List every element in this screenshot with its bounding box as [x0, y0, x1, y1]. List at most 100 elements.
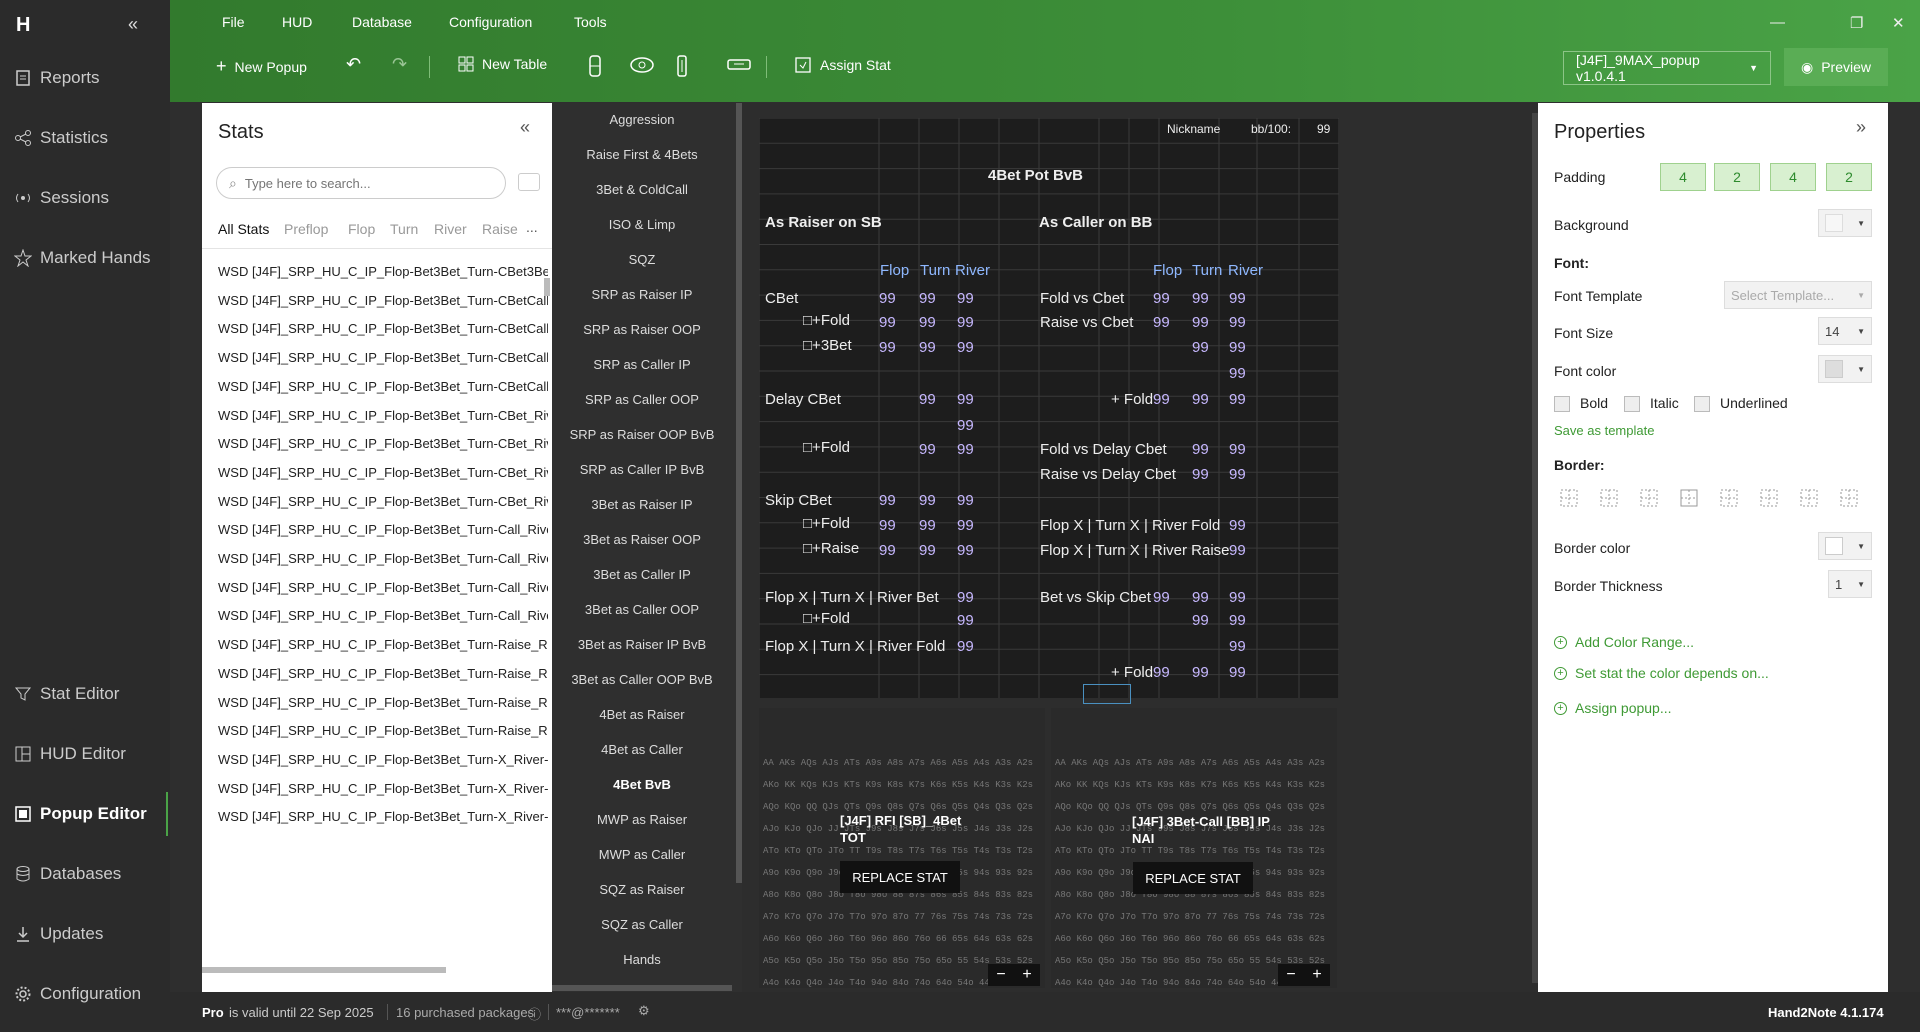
tab-river[interactable]: River: [434, 221, 467, 237]
stat-list-item[interactable]: WSD [J4F]_SRP_HU_C_IP_Flop-Bet3Bet_Turn-…: [218, 494, 548, 509]
category-item[interactable]: 4Bet as Caller: [552, 742, 732, 757]
assign-stat-button[interactable]: Assign Stat: [794, 56, 891, 74]
border-top-icon[interactable]: [1754, 483, 1784, 513]
background-color-picker[interactable]: ▼: [1818, 209, 1872, 237]
category-item[interactable]: 3Bet & ColdCall: [552, 182, 732, 197]
stat-value[interactable]: 99: [1229, 365, 1246, 382]
stat-list-item[interactable]: WSD [J4F]_SRP_HU_C_IP_Flop-Bet3Bet_Turn-…: [218, 264, 548, 279]
stat-list-item[interactable]: WSD [J4F]_SRP_HU_C_IP_Flop-Bet3Bet_Turn-…: [218, 321, 548, 336]
stat-value[interactable]: 99: [957, 441, 974, 458]
padding-bottom-field[interactable]: 2: [1826, 163, 1872, 191]
stat-value[interactable]: 99: [1229, 517, 1246, 534]
collapse-stats-icon[interactable]: «: [520, 117, 530, 138]
stat-value[interactable]: 99: [1229, 339, 1246, 356]
tab-flop[interactable]: Flop: [348, 221, 375, 237]
stat-value[interactable]: 99: [957, 391, 974, 408]
category-item[interactable]: Raise First & 4Bets: [552, 147, 732, 162]
nav-sessions[interactable]: Sessions: [14, 188, 109, 208]
border-bottom-icon[interactable]: [1834, 483, 1864, 513]
stat-value[interactable]: 99: [957, 589, 974, 606]
category-item[interactable]: SRP as Caller IP: [552, 357, 732, 372]
assign-popup-link[interactable]: + Assign popup...: [1554, 700, 1672, 716]
stat-value[interactable]: 99: [1153, 391, 1170, 408]
stat-list-item[interactable]: WSD [J4F]_SRP_HU_C_IP_Flop-Bet3Bet_Turn-…: [218, 408, 548, 423]
border-right-icon[interactable]: [1794, 483, 1824, 513]
column-icon[interactable]: [676, 54, 688, 78]
category-item[interactable]: SQZ as Raiser: [552, 882, 732, 897]
category-item[interactable]: SRP as Raiser IP: [552, 287, 732, 302]
folder-icon[interactable]: [518, 173, 540, 191]
font-color-picker[interactable]: ▼: [1818, 355, 1872, 383]
stat-value[interactable]: 99: [1192, 314, 1209, 331]
category-item[interactable]: SRP as Caller OOP: [552, 392, 732, 407]
plus-icon[interactable]: +: [1022, 966, 1031, 984]
nav-databases[interactable]: Databases: [14, 864, 121, 884]
stat-value[interactable]: 99: [1192, 391, 1209, 408]
border-left-icon[interactable]: [1714, 483, 1744, 513]
menu-tools[interactable]: Tools: [574, 14, 607, 30]
stat-value[interactable]: 99: [879, 517, 896, 534]
nav-stat-editor[interactable]: Stat Editor: [14, 684, 119, 704]
stat-list-item[interactable]: WSD [J4F]_SRP_HU_C_IP_Flop-Bet3Bet_Turn-…: [218, 293, 548, 308]
stat-value[interactable]: 99: [1153, 290, 1170, 307]
range-grid-left[interactable]: AA AKs AQs AJs ATs A9s A8s A7s A6s A5s A…: [759, 708, 1045, 988]
stat-list-item[interactable]: WSD [J4F]_SRP_HU_C_IP_Flop-Bet3Bet_Turn-…: [218, 752, 548, 767]
stats-search[interactable]: ⌕: [216, 167, 506, 199]
stat-value[interactable]: 99: [957, 542, 974, 559]
nav-hud-editor[interactable]: HUD Editor: [14, 744, 126, 764]
category-item[interactable]: Aggression: [552, 112, 732, 127]
stat-value[interactable]: 99: [919, 314, 936, 331]
stat-value[interactable]: 99: [879, 339, 896, 356]
settings-gear-icon[interactable]: ⚙: [638, 1003, 650, 1019]
tab-turn[interactable]: Turn: [390, 221, 418, 237]
category-item[interactable]: 3Bet as Caller OOP: [552, 602, 732, 617]
add-color-range-link[interactable]: + Add Color Range...: [1554, 634, 1694, 650]
minus-icon[interactable]: −: [1286, 966, 1295, 984]
category-item[interactable]: SRP as Raiser OOP BvB: [552, 427, 732, 442]
plus-icon[interactable]: +: [1312, 966, 1321, 984]
tab-raise[interactable]: Raise: [482, 221, 518, 237]
vertical-split-icon[interactable]: [587, 54, 603, 78]
horizontal-scrollbar[interactable]: [552, 985, 732, 991]
stat-value[interactable]: 99: [1192, 664, 1209, 681]
stat-value[interactable]: 99: [919, 542, 936, 559]
save-template-link[interactable]: Save as template: [1554, 423, 1654, 438]
stat-list-item[interactable]: WSD [J4F]_SRP_HU_C_IP_Flop-Bet3Bet_Turn-…: [218, 379, 548, 394]
stat-value[interactable]: 99: [1229, 589, 1246, 606]
category-item[interactable]: ISO & Limp: [552, 217, 732, 232]
info-icon[interactable]: ⓘ: [528, 1004, 541, 1023]
tab-preflop[interactable]: Preflop: [284, 221, 328, 237]
stat-list-item[interactable]: WSD [J4F]_SRP_HU_C_IP_Flop-Bet3Bet_Turn-…: [218, 781, 548, 796]
stat-value[interactable]: 99: [1229, 638, 1246, 655]
stat-list-item[interactable]: WSD [J4F]_SRP_HU_C_IP_Flop-Bet3Bet_Turn-…: [218, 350, 548, 365]
vertical-scrollbar[interactable]: [544, 278, 550, 296]
stat-list-item[interactable]: WSD [J4F]_SRP_HU_C_IP_Flop-Bet3Bet_Turn-…: [218, 436, 548, 451]
stat-value[interactable]: 99: [919, 339, 936, 356]
stat-value[interactable]: 99: [957, 290, 974, 307]
stat-value[interactable]: 99: [1192, 441, 1209, 458]
nav-marked-hands[interactable]: Marked Hands: [14, 248, 151, 268]
stat-list-item[interactable]: WSD [J4F]_SRP_HU_C_IP_Flop-Bet3Bet_Turn-…: [218, 637, 548, 652]
border-inner-icon[interactable]: [1634, 483, 1664, 513]
stat-value[interactable]: 99: [957, 612, 974, 629]
stat-list-item[interactable]: WSD [J4F]_SRP_HU_C_IP_Flop-Bet3Bet_Turn-…: [218, 608, 548, 623]
category-item[interactable]: SRP as Raiser OOP: [552, 322, 732, 337]
stat-value[interactable]: 99: [1229, 391, 1246, 408]
stat-value[interactable]: 99: [1153, 589, 1170, 606]
stat-value[interactable]: 99: [957, 339, 974, 356]
stat-value[interactable]: 99: [1153, 314, 1170, 331]
border-thickness-dropdown[interactable]: 1 ▼: [1828, 570, 1872, 598]
row-icon[interactable]: [726, 58, 752, 72]
stat-value[interactable]: 99: [1192, 589, 1209, 606]
stat-value[interactable]: 99: [1229, 542, 1246, 559]
stat-value[interactable]: 99: [1229, 441, 1246, 458]
padding-right-field[interactable]: 4: [1770, 163, 1816, 191]
close-icon[interactable]: ✕: [1892, 14, 1905, 32]
stat-value[interactable]: 99: [1153, 664, 1170, 681]
tab-more[interactable]: ...: [526, 219, 538, 235]
border-color-picker[interactable]: ▼: [1818, 532, 1872, 560]
stat-value[interactable]: 99: [879, 492, 896, 509]
font-template-dropdown[interactable]: Select Template... ▼: [1724, 281, 1872, 309]
underlined-checkbox[interactable]: Underlined: [1694, 395, 1788, 413]
category-item[interactable]: MWP as Caller: [552, 847, 732, 862]
